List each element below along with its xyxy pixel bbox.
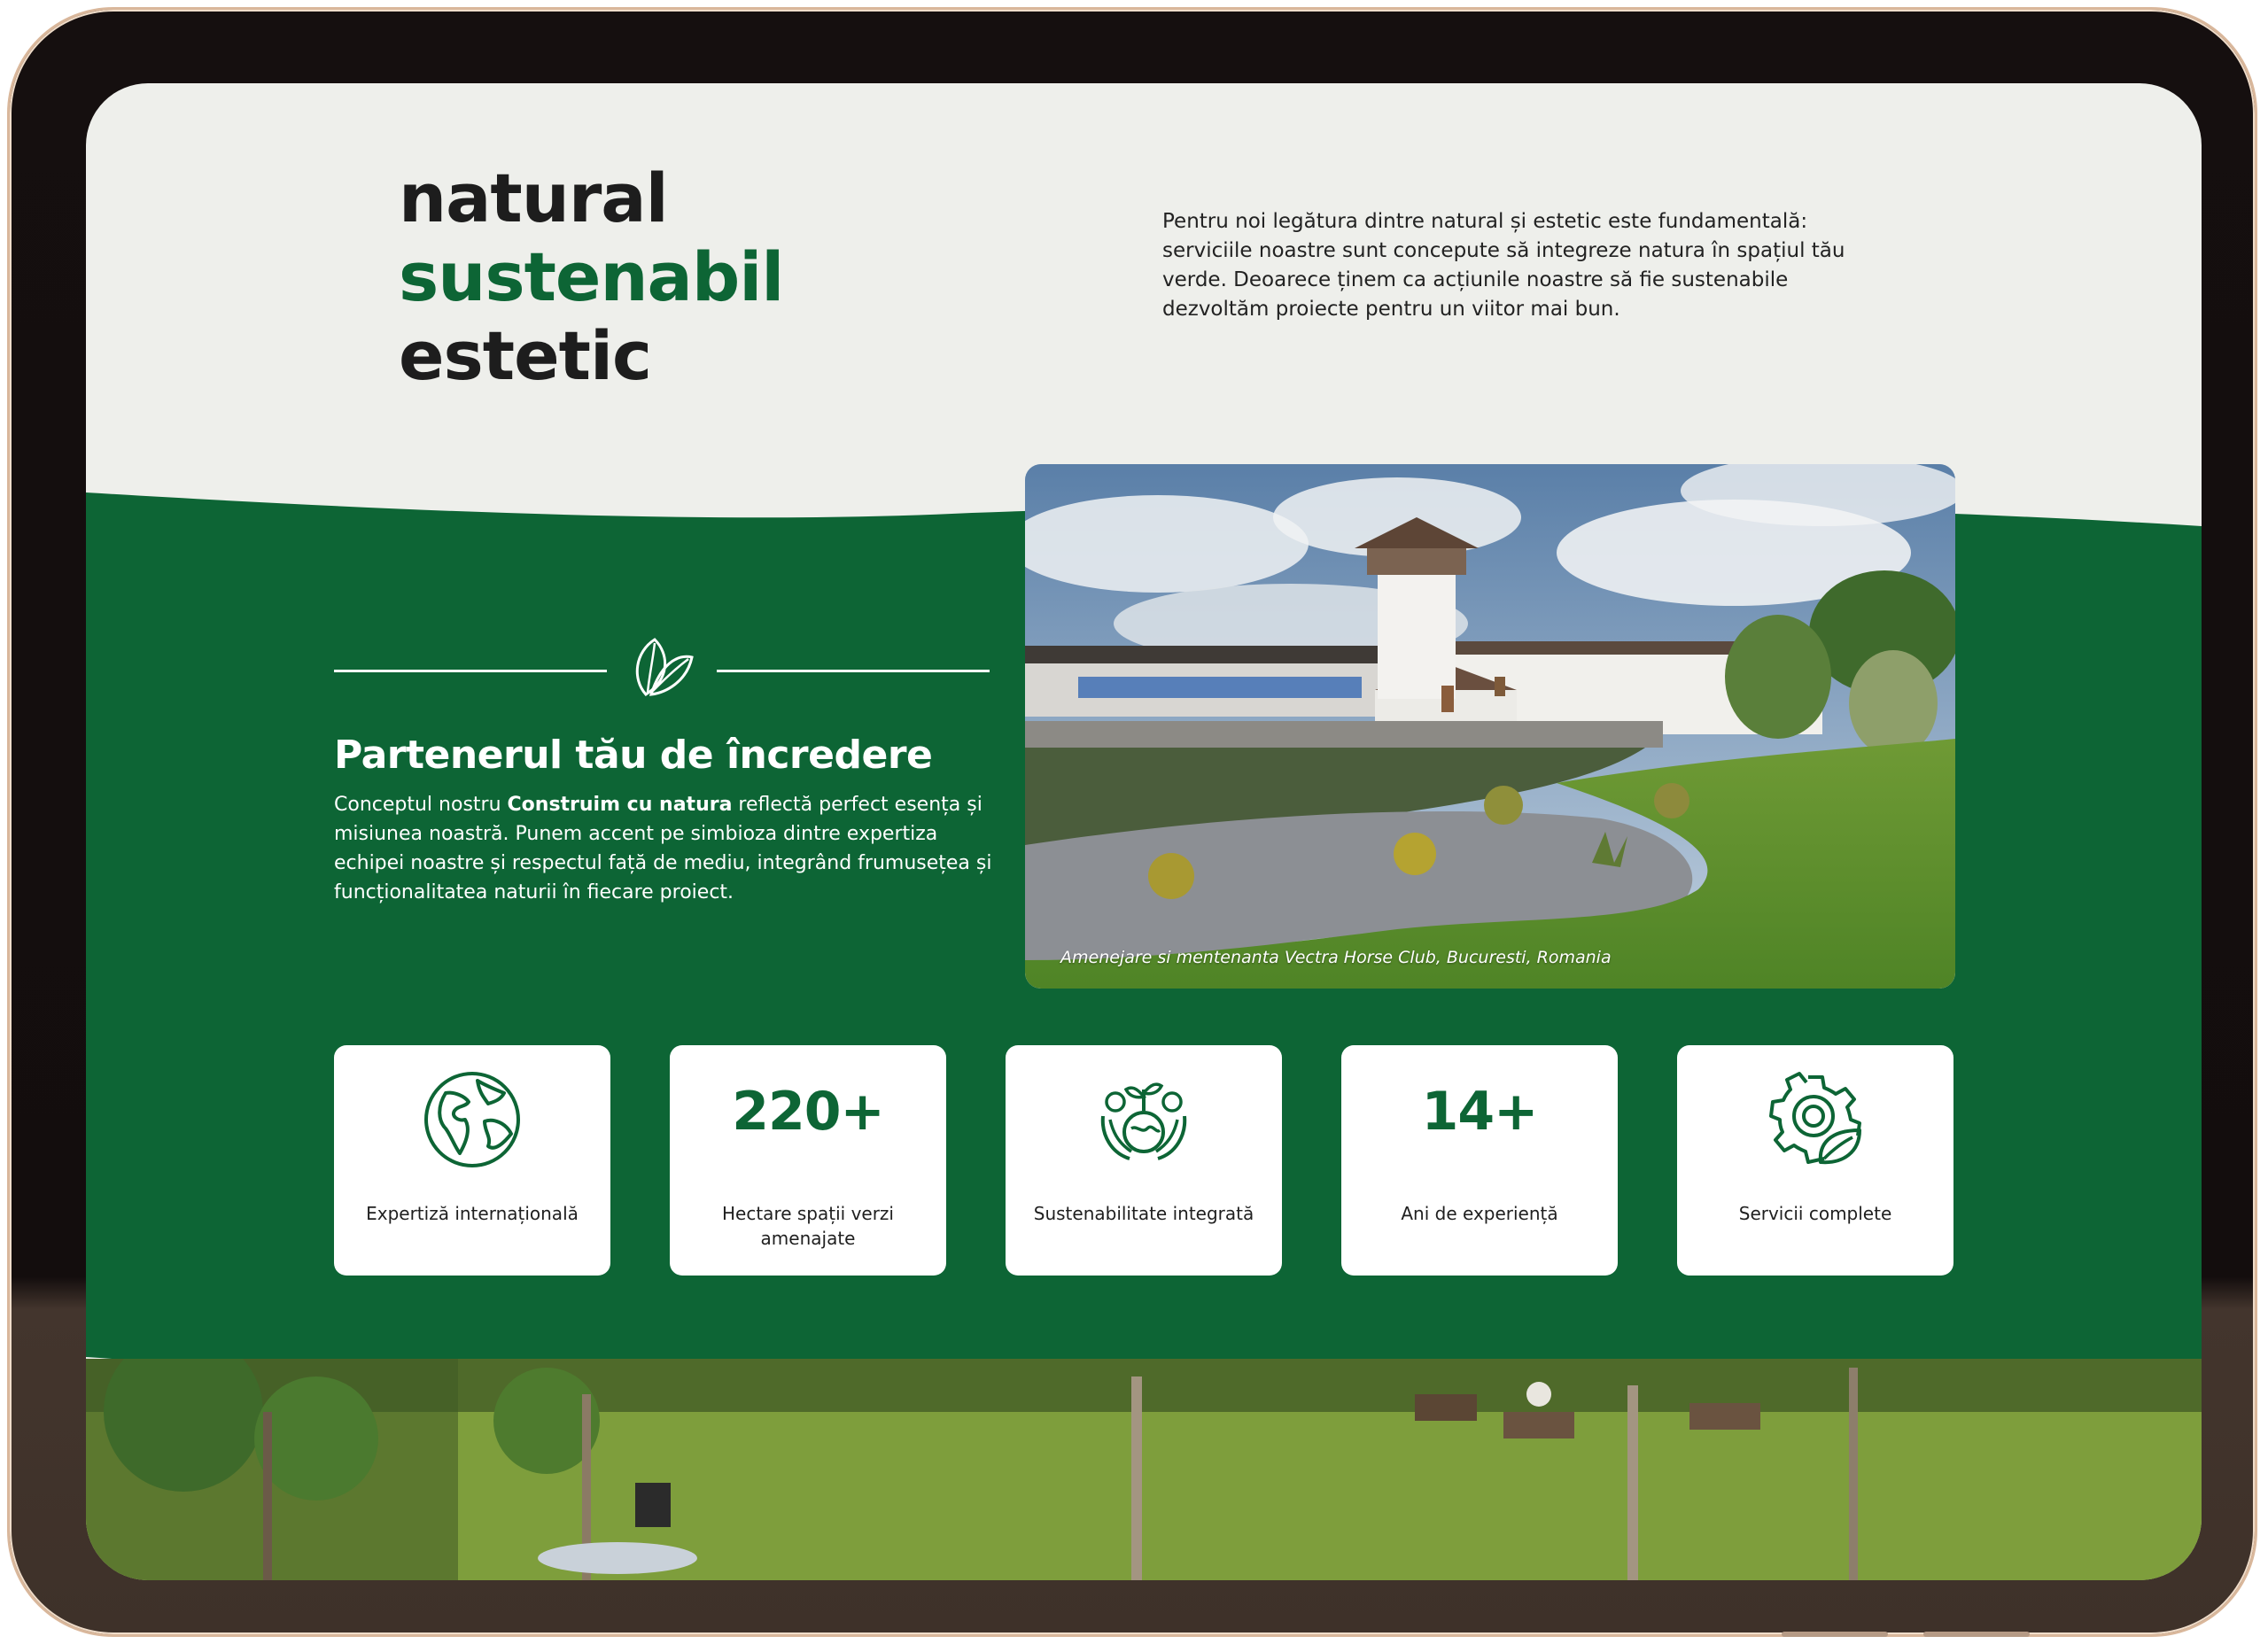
screen: natural sustenabil estetic Pentru noi le… (86, 83, 2202, 1580)
stat-label: Expertiză internațională (366, 1203, 579, 1224)
stat-label: Sustenabilitate integrată (1033, 1203, 1254, 1224)
partner-title: Partenerul tău de încredere (334, 733, 933, 778)
park-photo (86, 1359, 2202, 1580)
partner-text-start: Conceptul nostru (334, 794, 508, 816)
hero-word-sustenabil: sustenabil (399, 237, 784, 316)
hero-description: Pentru noi legătura dintre natural și es… (1162, 210, 1845, 321)
stat-number: 220+ (732, 1081, 885, 1143)
stat-card-services: Servicii complete (1677, 1045, 1953, 1276)
divider-line (334, 670, 607, 672)
gear-leaf-icon (1769, 1072, 1861, 1165)
stat-card-expertise: Expertiză internațională (334, 1045, 610, 1276)
tablet-frame: natural sustenabil estetic Pentru noi le… (7, 7, 2257, 1637)
stats-row: Expertiză internațională 220+ Hectare sp… (334, 1045, 1955, 1276)
hero-word-natural: natural (399, 159, 669, 237)
leaf-divider (334, 631, 990, 710)
hero-word-estetic: estetic (399, 316, 652, 395)
stat-label: Ani de experiență (1401, 1203, 1558, 1224)
sustainability-hands-icon (1100, 1082, 1187, 1160)
stat-label: Servicii complete (1738, 1203, 1892, 1224)
project-photo: Amenejare si mentenanta Vectra Horse Clu… (1025, 464, 1955, 989)
device-button (1782, 1632, 1888, 1637)
device-button (1923, 1632, 2030, 1637)
stat-label: Hectare spații verzi amenajate (722, 1203, 894, 1249)
photo-caption: Amenejare si mentenanta Vectra Horse Clu… (1060, 948, 1612, 967)
partner-text-bold: Construim cu natura (507, 794, 733, 816)
hero-title: natural sustenabil estetic (399, 159, 784, 395)
leaf-icon (635, 638, 694, 696)
divider-line (717, 670, 990, 672)
stat-card-years: 14+ Ani de experiență (1341, 1045, 1618, 1276)
stat-card-hectares: 220+ Hectare spații verzi amenajate (670, 1045, 946, 1276)
partner-description: Conceptul nostru Construim cu natura ref… (334, 790, 1007, 907)
globe-icon (424, 1072, 520, 1167)
stat-card-sustainability: Sustenabilitate integrată (1006, 1045, 1282, 1276)
stat-number: 14+ (1421, 1081, 1539, 1143)
